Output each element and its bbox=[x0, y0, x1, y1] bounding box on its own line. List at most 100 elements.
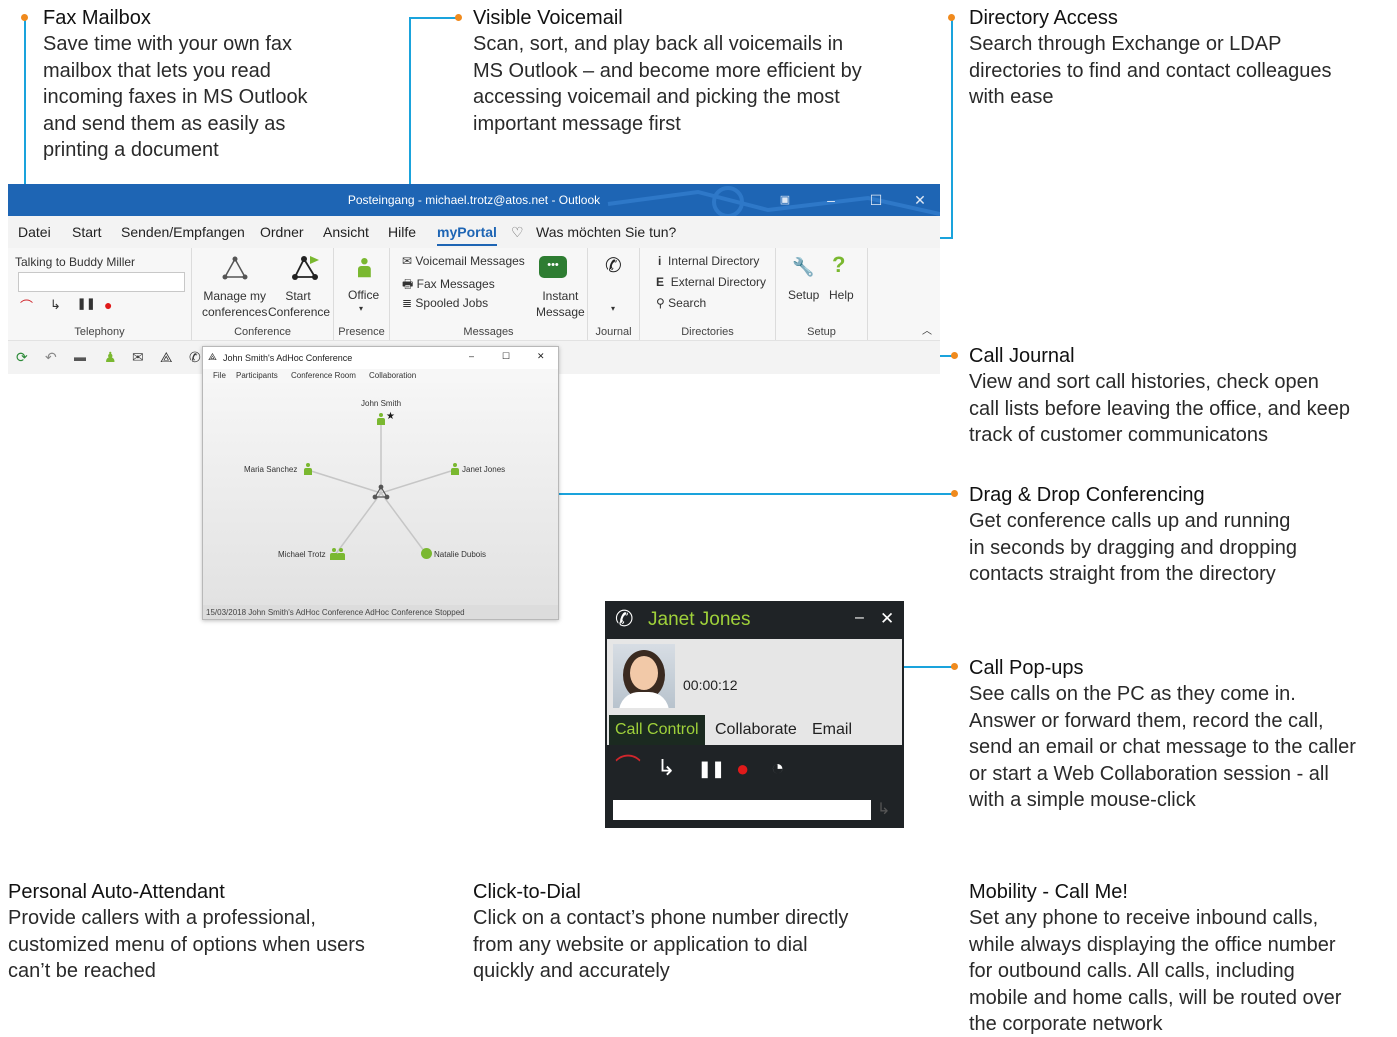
popup-minimize-icon[interactable]: – bbox=[855, 609, 864, 627]
voicemail-messages-label: Voicemail Messages bbox=[415, 254, 525, 268]
mail-icon[interactable]: ✉ bbox=[132, 349, 144, 365]
hold-icon[interactable]: ❚❚ bbox=[698, 759, 725, 779]
office-button[interactable]: Office bbox=[348, 288, 379, 302]
group-telephony: Talking to Buddy Miller ⌒ ↳ ❚❚ ● Telepho… bbox=[8, 248, 192, 340]
callout-description: Save time with your own fax mailbox that… bbox=[43, 33, 308, 161]
conf-menu-collaboration[interactable]: Collaboration bbox=[369, 371, 416, 380]
callout-title: Call Journal bbox=[969, 345, 1075, 367]
presence-icon[interactable] bbox=[358, 258, 371, 278]
menu-myportal[interactable]: myPortal bbox=[437, 224, 497, 246]
callout-description: Search through Exchange or LDAP director… bbox=[969, 33, 1332, 108]
callout-title: Visible Voicemail bbox=[473, 7, 623, 29]
callout-call-popups: Call Pop-ups See calls on the PC as they… bbox=[969, 655, 1394, 814]
conference-small-icon[interactable]: ⟁ bbox=[160, 349, 173, 365]
callout-title: Call Pop-ups bbox=[969, 657, 1084, 679]
conf-menu-file[interactable]: File bbox=[213, 371, 226, 380]
help-button[interactable]: Help bbox=[829, 288, 854, 302]
popup-close-icon[interactable]: ✕ bbox=[880, 609, 894, 629]
office-dropdown-icon[interactable]: ▾ bbox=[359, 304, 363, 313]
callout-title: Click-to-Dial bbox=[473, 881, 581, 903]
wrench-icon[interactable]: 🔧 bbox=[792, 258, 814, 276]
menu-hilfe[interactable]: Hilfe bbox=[388, 224, 416, 240]
setup-button[interactable]: Setup bbox=[788, 288, 819, 302]
external-directory-button[interactable]: E External Directory bbox=[656, 275, 766, 289]
spooled-jobs-icon: ≣ bbox=[402, 296, 413, 310]
hangup-icon[interactable]: ⌒ bbox=[615, 755, 641, 781]
callout-description: View and sort call histories, check open… bbox=[969, 371, 1350, 446]
conf-menu-conference-room[interactable]: Conference Room bbox=[291, 371, 356, 380]
participant-icon[interactable] bbox=[304, 463, 312, 475]
tab-collaborate[interactable]: Collaborate bbox=[715, 715, 797, 745]
minimize-icon[interactable]: – bbox=[820, 190, 842, 210]
conf-minimize-icon[interactable]: – bbox=[469, 351, 474, 361]
start-conference-icon[interactable] bbox=[292, 254, 320, 280]
participant-icon[interactable] bbox=[451, 463, 459, 475]
journal-phone-icon[interactable]: ✆ bbox=[605, 256, 622, 276]
callout-click-to-dial: Click-to-Dial Click on a contact’s phone… bbox=[473, 879, 913, 985]
voicemail-messages-button[interactable]: ✉ Voicemail Messages bbox=[402, 254, 525, 268]
manage-conferences-button[interactable]: Manage my conferences bbox=[202, 288, 267, 320]
menu-ordner[interactable]: Ordner bbox=[260, 224, 304, 240]
dial-input[interactable] bbox=[18, 272, 185, 292]
internal-directory-label: Internal Directory bbox=[668, 254, 760, 268]
callout-description: Scan, sort, and play back all voicemails… bbox=[473, 33, 862, 135]
popup-dial-input[interactable] bbox=[613, 800, 871, 820]
tell-me-search[interactable]: Was möchten Sie tun? bbox=[536, 224, 676, 240]
ribbon-display-icon[interactable]: ▣ bbox=[774, 190, 796, 210]
callback-clock-icon[interactable]: ◔ bbox=[771, 755, 784, 781]
instant-message-icon[interactable]: ••• bbox=[539, 256, 567, 278]
conf-close-icon[interactable]: ✕ bbox=[537, 351, 545, 362]
manage-conf-line2: conferences bbox=[202, 305, 268, 319]
group-label-conference: Conference bbox=[234, 326, 291, 338]
instant-line2: Message bbox=[536, 305, 585, 319]
menu-ansicht[interactable]: Ansicht bbox=[323, 224, 369, 240]
participant-name: Michael Trotz bbox=[278, 550, 326, 559]
callout-title: Fax Mailbox bbox=[43, 7, 151, 29]
group-label-directories: Directories bbox=[681, 326, 734, 338]
fax-messages-label: Fax Messages bbox=[416, 277, 495, 291]
internal-directory-button[interactable]: i Internal Directory bbox=[658, 254, 759, 268]
popup-body: 00:00:12 bbox=[607, 639, 902, 715]
menu-senden-empfangen[interactable]: Senden/Empfangen bbox=[121, 224, 245, 240]
manage-conf-line1: Manage my bbox=[203, 289, 267, 303]
journal-dropdown-icon[interactable]: ▾ bbox=[611, 304, 615, 313]
journal-small-icon[interactable]: ✆ bbox=[189, 349, 201, 365]
participant-icon[interactable] bbox=[377, 413, 385, 425]
start-conf-line1: Start bbox=[285, 289, 311, 303]
callout-description: Click on a contact’s phone number direct… bbox=[473, 907, 849, 982]
spooled-jobs-button[interactable]: ≣ Spooled Jobs bbox=[402, 296, 488, 310]
hold-icon[interactable]: ❚❚ bbox=[77, 299, 95, 310]
fax-messages-button[interactable]: 🖶 Fax Messages bbox=[402, 275, 495, 296]
presence-small-icon[interactable]: ♟ bbox=[104, 349, 117, 365]
search-button[interactable]: ⚲ Search bbox=[656, 296, 706, 310]
forward-icon[interactable]: ↳ bbox=[657, 757, 675, 779]
manage-conference-icon[interactable] bbox=[222, 256, 248, 280]
record-icon[interactable]: ● bbox=[104, 298, 112, 312]
callout-title: Personal Auto-Attendant bbox=[8, 881, 225, 903]
forward-icon[interactable]: ↳ bbox=[50, 298, 61, 311]
print-icon[interactable]: ▬ bbox=[74, 349, 86, 365]
close-icon[interactable]: ✕ bbox=[909, 190, 931, 210]
conference-logo-icon: ⟁ bbox=[208, 352, 217, 363]
menu-start[interactable]: Start bbox=[72, 224, 102, 240]
tab-call-control[interactable]: Call Control bbox=[609, 715, 705, 745]
conf-menu-participants[interactable]: Participants bbox=[236, 371, 278, 380]
participant-icon[interactable] bbox=[337, 548, 345, 560]
menu-datei[interactable]: Datei bbox=[18, 224, 51, 240]
conf-maximize-icon[interactable]: ☐ bbox=[502, 351, 510, 362]
refresh-icon[interactable]: ⟳ bbox=[16, 349, 28, 365]
conference-canvas[interactable]: John Smith ★ Maria Sanchez Janet Jones M… bbox=[203, 383, 558, 605]
record-icon[interactable]: ● bbox=[736, 756, 749, 782]
help-icon[interactable]: ? bbox=[832, 254, 845, 276]
undo-icon[interactable]: ↶ bbox=[45, 349, 57, 365]
callout-title: Mobility - Call Me! bbox=[969, 881, 1128, 903]
maximize-icon[interactable]: ☐ bbox=[865, 190, 887, 210]
group-setup: 🔧 ? Setup Help Setup bbox=[776, 248, 868, 340]
group-directories: i Internal Directory E External Director… bbox=[640, 248, 776, 340]
start-conference-button[interactable]: Start Conference bbox=[268, 288, 330, 320]
collapse-ribbon-icon[interactable]: ︿ bbox=[922, 322, 932, 337]
popup-tabs: Call Control Collaborate Email bbox=[607, 715, 902, 745]
instant-message-button[interactable]: Instant Message bbox=[536, 288, 585, 320]
tab-email[interactable]: Email bbox=[812, 715, 852, 745]
hangup-icon[interactable]: ⌒ bbox=[20, 300, 33, 313]
